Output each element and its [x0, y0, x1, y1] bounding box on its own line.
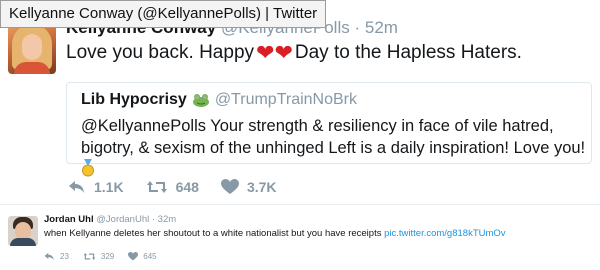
tweet-time[interactable]: 52m	[365, 18, 398, 37]
heart-icon	[128, 251, 139, 260]
retweet-button[interactable]: 329	[83, 252, 114, 261]
frog-emoji-icon	[192, 93, 210, 107]
retweet-count: 648	[175, 179, 199, 195]
pic-link[interactable]: pic.twitter.com/g818kTUmOv	[384, 228, 505, 239]
tweet-actions: 1.1K 648 3.7K	[68, 176, 299, 198]
red-heart-icon: ❤	[256, 40, 275, 65]
quoted-author-handle: @TrumpTrainNoBrk	[214, 91, 357, 108]
reply-button[interactable]: 23	[44, 252, 69, 261]
reply-button[interactable]: 1.1K	[68, 179, 124, 195]
avatar[interactable]	[8, 22, 56, 74]
reply-author-handle[interactable]: @JordanUhl	[96, 214, 149, 225]
quoted-tweet-text: @KellyannePolls Your strength & resilien…	[81, 115, 586, 183]
reply-tweet-time[interactable]: 32m	[158, 214, 176, 225]
heart-icon	[220, 179, 239, 194]
tweet-text-after: Day to the Hapless Haters.	[294, 42, 522, 63]
window-title-tooltip: Kellyanne Conway (@KellyannePolls) | Twi…	[0, 0, 327, 28]
reply-tweet-text: when Kellyanne deletes her shoutout to a…	[44, 228, 506, 239]
reply-count: 23	[60, 251, 69, 261]
quoted-tweet-header: Lib Hypocrisy @TrumpTrainNoBrk	[81, 91, 357, 109]
tweet-text: Love you back. Happy ❤ ❤ Day to the Hapl…	[66, 42, 522, 64]
retweet-icon	[83, 252, 96, 260]
retweet-count: 329	[100, 251, 115, 261]
like-button[interactable]: 645	[128, 251, 157, 261]
tweet-text-before: Love you back. Happy	[66, 42, 255, 63]
reply-icon	[69, 181, 84, 193]
divider	[0, 204, 600, 205]
like-button[interactable]: 3.7K	[220, 179, 277, 195]
reply-author-name[interactable]: Jordan Uhl	[44, 214, 94, 225]
reply-tweet-header: Jordan Uhl @JordanUhl · 32m	[44, 214, 177, 225]
retweet-button[interactable]: 648	[146, 179, 199, 195]
like-count: 3.7K	[246, 179, 277, 195]
retweet-icon	[146, 181, 167, 193]
quoted-tweet[interactable]: Lib Hypocrisy @TrumpTrainNoBrk @Kellyann…	[66, 82, 592, 177]
quoted-author-name: Lib Hypocrisy	[81, 91, 187, 108]
avatar[interactable]	[8, 216, 38, 246]
red-heart-icon: ❤	[274, 40, 293, 65]
heart-emojis: ❤ ❤	[256, 42, 293, 64]
like-count: 645	[143, 251, 157, 261]
reply-count: 1.1K	[94, 179, 124, 195]
reply-icon	[44, 252, 54, 260]
reply-tweet-actions: 23 329 645	[44, 250, 171, 262]
